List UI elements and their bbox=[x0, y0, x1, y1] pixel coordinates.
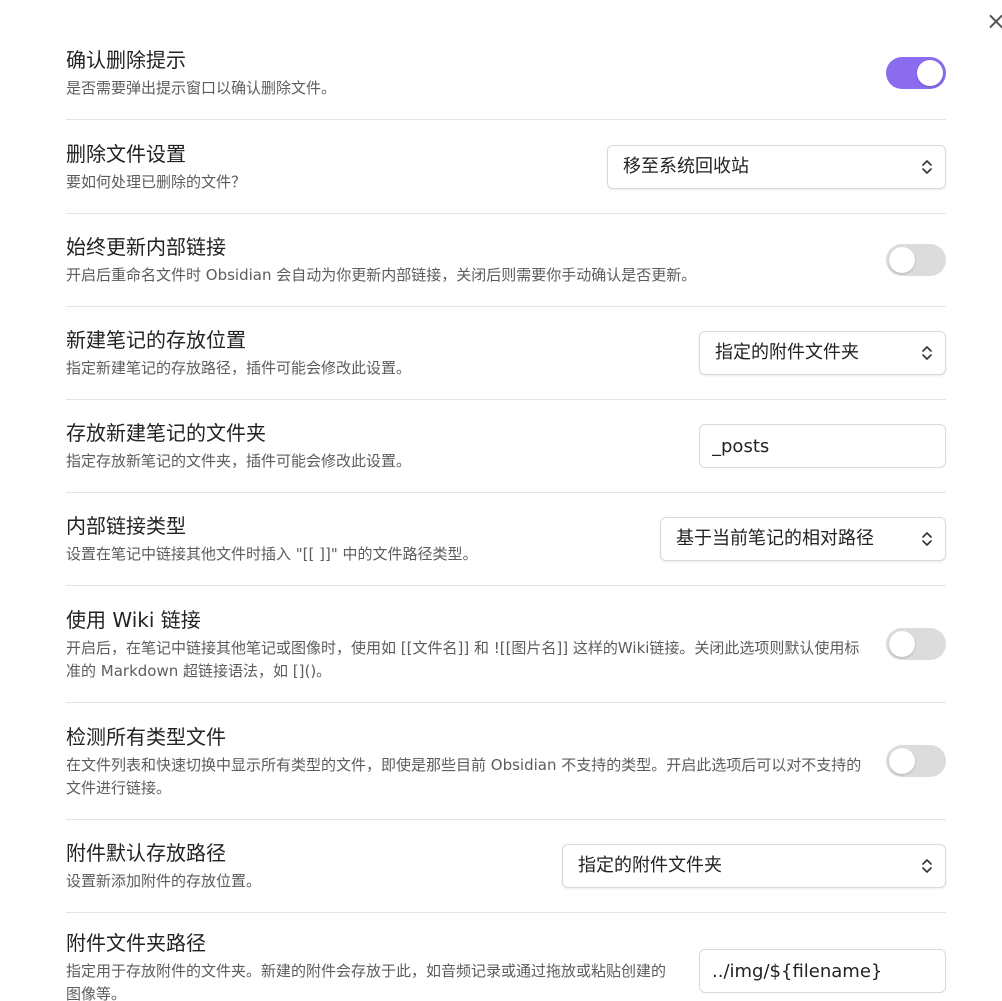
toggle-knob bbox=[889, 748, 915, 774]
setting-title: 存放新建笔记的文件夹 bbox=[66, 421, 266, 445]
update-links-toggle[interactable] bbox=[886, 244, 946, 276]
setting-description: 指定用于存放附件的文件夹。新建的附件会存放于此，如音频记录或通过拖放或粘贴创建的… bbox=[66, 962, 667, 1001]
close-icon[interactable]: × bbox=[986, 6, 1002, 36]
chevron-up-down-icon bbox=[922, 159, 932, 174]
new-note-folder-input[interactable] bbox=[699, 424, 946, 468]
wiki-links-toggle[interactable] bbox=[886, 628, 946, 660]
detect-all-files-toggle[interactable] bbox=[886, 745, 946, 777]
dropdown-value: 指定的附件文件夹 bbox=[578, 855, 722, 876]
delete-file-dropdown[interactable]: 移至系统回收站 bbox=[607, 144, 946, 189]
setting-title: 删除文件设置 bbox=[66, 141, 186, 166]
setting-description: 要如何处理已删除的文件？ bbox=[66, 172, 247, 191]
setting-title: 使用 Wiki 链接 bbox=[66, 607, 201, 632]
setting-new-note-folder: 存放新建笔记的文件夹 指定存放新笔记的文件夹，插件可能会修改此设置。 bbox=[66, 400, 946, 493]
settings-page: × 确认删除提示 是否需要弹出提示窗口以确认删除文件。 删除文件设置 要如何处理… bbox=[0, 0, 1002, 1001]
setting-internal-link-type: 内部链接类型 设置在笔记中链接其他文件时插入 "[[ ]]" 中的文件路径类型。… bbox=[66, 493, 946, 586]
setting-description: 设置新添加附件的存放位置。 bbox=[66, 872, 262, 890]
chevron-up-down-icon bbox=[922, 532, 932, 546]
setting-title: 检测所有类型文件 bbox=[66, 724, 226, 749]
setting-description: 开启后，在笔记中链接其他笔记或图像时，使用如 [[文件名]] 和 ![[图片名]… bbox=[66, 638, 860, 680]
confirm-delete-toggle[interactable] bbox=[886, 56, 946, 89]
setting-new-note-location: 新建笔记的存放位置 指定新建笔记的存放路径，插件可能会修改此设置。 指定的附件文… bbox=[66, 307, 946, 400]
setting-update-internal-links: 始终更新内部链接 开启后重命名文件时 Obsidian 会自动为你更新内部链接，… bbox=[66, 214, 946, 307]
attachment-location-dropdown[interactable]: 指定的附件文件夹 bbox=[562, 844, 946, 888]
internal-link-type-dropdown[interactable]: 基于当前笔记的相对路径 bbox=[660, 517, 946, 561]
chevron-up-down-icon bbox=[922, 859, 932, 873]
setting-title: 附件文件夹路径 bbox=[66, 931, 206, 955]
toggle-knob bbox=[889, 631, 915, 657]
setting-title: 新建笔记的存放位置 bbox=[66, 328, 246, 352]
dropdown-value: 移至系统回收站 bbox=[623, 155, 749, 177]
setting-title: 内部链接类型 bbox=[66, 514, 186, 538]
setting-description: 指定存放新笔记的文件夹，插件可能会修改此设置。 bbox=[66, 452, 412, 470]
attachment-folder-input[interactable] bbox=[699, 949, 946, 993]
setting-description: 开启后重命名文件时 Obsidian 会自动为你更新内部链接，关闭后则需要你手动… bbox=[66, 266, 697, 284]
setting-attachment-folder-path: 附件文件夹路径 指定用于存放附件的文件夹。新建的附件会存放于此，如音频记录或通过… bbox=[66, 913, 946, 1001]
setting-title: 附件默认存放路径 bbox=[66, 841, 226, 865]
setting-description: 是否需要弹出提示窗口以确认删除文件。 bbox=[66, 78, 337, 97]
setting-use-wiki-links: 使用 Wiki 链接 开启后，在笔记中链接其他笔记或图像时，使用如 [[文件名]… bbox=[66, 586, 946, 703]
setting-description: 指定新建笔记的存放路径，插件可能会修改此设置。 bbox=[66, 359, 412, 377]
dropdown-value: 指定的附件文件夹 bbox=[715, 342, 859, 363]
setting-confirm-delete: 确认删除提示 是否需要弹出提示窗口以确认删除文件。 bbox=[66, 26, 946, 120]
setting-description: 在文件列表和快速切换中显示所有类型的文件，即使是那些目前 Obsidian 不支… bbox=[66, 755, 862, 797]
toggle-knob bbox=[917, 59, 943, 86]
setting-description: 设置在笔记中链接其他文件时插入 "[[ ]]" 中的文件路径类型。 bbox=[66, 545, 478, 563]
chevron-up-down-icon bbox=[922, 346, 932, 360]
new-note-location-dropdown[interactable]: 指定的附件文件夹 bbox=[699, 331, 946, 375]
setting-title: 始终更新内部链接 bbox=[66, 235, 226, 259]
setting-delete-file: 删除文件设置 要如何处理已删除的文件？ 移至系统回收站 bbox=[66, 120, 946, 214]
setting-attachment-location: 附件默认存放路径 设置新添加附件的存放位置。 指定的附件文件夹 bbox=[66, 820, 946, 913]
setting-detect-all-files: 检测所有类型文件 在文件列表和快速切换中显示所有类型的文件，即使是那些目前 Ob… bbox=[66, 703, 946, 820]
setting-title: 确认删除提示 bbox=[66, 47, 186, 72]
toggle-knob bbox=[889, 247, 915, 273]
dropdown-value: 基于当前笔记的相对路径 bbox=[676, 528, 874, 549]
settings-list: 确认删除提示 是否需要弹出提示窗口以确认删除文件。 删除文件设置 要如何处理已删… bbox=[66, 26, 946, 1001]
